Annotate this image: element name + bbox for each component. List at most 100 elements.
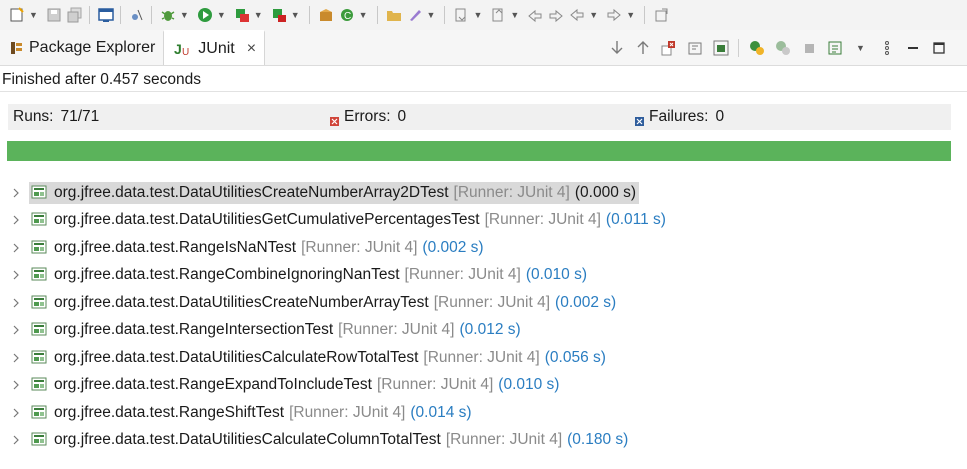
- coverage-icon[interactable]: [233, 6, 251, 24]
- test-runner-label: [Runner: JUnit 4]: [453, 183, 570, 201]
- last-edit-icon[interactable]: [526, 6, 544, 24]
- test-suite-content[interactable]: org.jfree.data.test.DataUtilitiesCalcula…: [29, 347, 609, 369]
- tab-package-explorer-label: Package Explorer: [29, 38, 156, 56]
- show-failures-only-icon[interactable]: [660, 39, 677, 56]
- junit-icon: JU: [174, 41, 192, 57]
- previous-failure-icon[interactable]: [634, 39, 651, 56]
- toolbar-separator: [119, 6, 121, 24]
- prev-annotation-icon[interactable]: [489, 6, 507, 24]
- expand-chevron-icon[interactable]: [12, 243, 22, 253]
- errors-label: Errors:: [344, 108, 391, 125]
- debug-icon[interactable]: [159, 6, 177, 24]
- errors-counter: Errors: 0: [330, 108, 635, 126]
- undo-edit-icon[interactable]: [547, 6, 565, 24]
- skip-breakpoints-icon[interactable]: [128, 6, 146, 24]
- new-dropdown-icon[interactable]: ▼: [29, 10, 38, 20]
- stop-icon[interactable]: [800, 39, 817, 56]
- test-suite-content[interactable]: org.jfree.data.test.RangeCombineIgnoring…: [29, 264, 590, 286]
- test-suite-content[interactable]: org.jfree.data.test.DataUtilitiesCreateN…: [29, 181, 640, 204]
- run-icon[interactable]: [196, 6, 214, 24]
- scroll-lock-icon[interactable]: [686, 39, 703, 56]
- test-runner-label: [Runner: JUnit 4]: [301, 238, 418, 256]
- back-icon[interactable]: [568, 6, 586, 24]
- expand-chevron-icon[interactable]: [12, 325, 22, 335]
- test-suite-row[interactable]: org.jfree.data.test.DataUtilitiesCalcula…: [0, 427, 967, 455]
- test-results-tree[interactable]: org.jfree.data.test.DataUtilitiesCreateN…: [0, 179, 967, 454]
- save-icon[interactable]: [45, 6, 63, 24]
- coverage-dropdown-icon[interactable]: ▼: [254, 10, 263, 20]
- test-suite-ok-icon: [31, 404, 49, 422]
- test-duration: (0.000 s): [574, 183, 637, 201]
- history-dropdown-icon[interactable]: ▼: [852, 39, 869, 56]
- console-icon[interactable]: [97, 6, 115, 24]
- expand-chevron-icon[interactable]: [12, 270, 22, 280]
- debug-dropdown-icon[interactable]: ▼: [180, 10, 189, 20]
- test-duration: (0.056 s): [544, 348, 606, 366]
- test-duration: (0.010 s): [525, 266, 587, 284]
- back-dropdown-icon[interactable]: ▼: [589, 10, 598, 20]
- error-icon: [330, 113, 339, 126]
- run-dropdown-icon[interactable]: ▼: [217, 10, 226, 20]
- test-suite-content[interactable]: org.jfree.data.test.DataUtilitiesCalcula…: [29, 429, 631, 451]
- prev-annotation-dropdown-icon[interactable]: ▼: [510, 10, 519, 20]
- next-annotation-icon[interactable]: [452, 6, 470, 24]
- new-class-dropdown-icon[interactable]: ▼: [359, 10, 368, 20]
- run-external-icon[interactable]: [270, 6, 288, 24]
- test-suite-row[interactable]: org.jfree.data.test.DataUtilitiesGetCumu…: [0, 207, 967, 235]
- expand-chevron-icon[interactable]: [12, 408, 22, 418]
- forward-icon[interactable]: [605, 6, 623, 24]
- close-icon[interactable]: ×: [247, 40, 256, 58]
- forward-dropdown-icon[interactable]: ▼: [626, 10, 635, 20]
- test-suite-ok-icon: [31, 266, 49, 284]
- test-suite-row[interactable]: org.jfree.data.test.DataUtilitiesCreateN…: [0, 289, 967, 317]
- test-suite-row[interactable]: org.jfree.data.test.DataUtilitiesCalcula…: [0, 344, 967, 372]
- expand-chevron-icon[interactable]: [12, 188, 22, 198]
- test-suite-content[interactable]: org.jfree.data.test.RangeExpandToInclude…: [29, 374, 562, 396]
- show-skipped-icon[interactable]: [712, 39, 729, 56]
- expand-chevron-icon[interactable]: [12, 298, 22, 308]
- test-suite-row[interactable]: org.jfree.data.test.RangeIntersectionTes…: [0, 317, 967, 345]
- rerun-failed-first-icon[interactable]: [774, 39, 791, 56]
- test-progress-bar: [7, 141, 951, 161]
- test-suite-name: org.jfree.data.test.DataUtilitiesGetCumu…: [54, 211, 480, 229]
- new-class-icon[interactable]: C: [338, 6, 356, 24]
- open-folder-icon[interactable]: [385, 6, 403, 24]
- pen-icon[interactable]: [406, 6, 424, 24]
- test-suite-content[interactable]: org.jfree.data.test.RangeShiftTest [Runne…: [29, 402, 475, 424]
- test-duration: (0.002 s): [422, 238, 484, 256]
- expand-chevron-icon[interactable]: [12, 435, 22, 445]
- next-annotation-dropdown-icon[interactable]: ▼: [473, 10, 482, 20]
- view-menu-icon[interactable]: [878, 39, 895, 56]
- new-icon[interactable]: [8, 6, 26, 24]
- test-runner-label: [Runner: JUnit 4]: [376, 376, 494, 394]
- test-suite-content[interactable]: org.jfree.data.test.RangeIsNaNTest [Runne…: [29, 237, 487, 259]
- test-suite-name: org.jfree.data.test.DataUtilitiesCreateN…: [54, 293, 429, 311]
- test-suite-row[interactable]: org.jfree.data.test.RangeShiftTest [Runne…: [0, 399, 967, 427]
- test-suite-row[interactable]: org.jfree.data.test.RangeExpandToInclude…: [0, 372, 967, 400]
- expand-chevron-icon[interactable]: [12, 353, 22, 363]
- junit-status-message: Finished after 0.457 seconds: [0, 67, 967, 92]
- test-run-history-icon[interactable]: [826, 39, 843, 56]
- expand-chevron-icon[interactable]: [12, 215, 22, 225]
- pen-dropdown-icon[interactable]: ▼: [427, 10, 436, 20]
- test-suite-row[interactable]: org.jfree.data.test.DataUtilitiesCreateN…: [0, 179, 967, 207]
- toolbar-separator: [644, 6, 646, 24]
- tab-junit[interactable]: JU JUnit ×: [163, 30, 266, 65]
- rerun-test-icon[interactable]: [748, 39, 765, 56]
- test-suite-content[interactable]: org.jfree.data.test.DataUtilitiesCreateN…: [29, 292, 619, 314]
- save-all-icon[interactable]: [66, 6, 84, 24]
- new-package-icon[interactable]: [317, 6, 335, 24]
- pin-icon[interactable]: [652, 6, 670, 24]
- maximize-icon[interactable]: [930, 39, 947, 56]
- test-suite-content[interactable]: org.jfree.data.test.DataUtilitiesGetCumu…: [29, 209, 669, 231]
- expand-chevron-icon[interactable]: [12, 380, 22, 390]
- test-suite-row[interactable]: org.jfree.data.test.RangeCombineIgnoring…: [0, 262, 967, 290]
- run-external-dropdown-icon[interactable]: ▼: [291, 10, 300, 20]
- test-suite-content[interactable]: org.jfree.data.test.RangeIntersectionTes…: [29, 319, 524, 341]
- next-failure-icon[interactable]: [608, 39, 625, 56]
- minimize-icon[interactable]: [904, 39, 921, 56]
- test-suite-ok-icon: [31, 184, 49, 202]
- test-suite-ok-icon: [31, 376, 49, 394]
- tab-package-explorer[interactable]: Package Explorer: [0, 30, 163, 65]
- test-suite-row[interactable]: org.jfree.data.test.RangeIsNaNTest [Runne…: [0, 234, 967, 262]
